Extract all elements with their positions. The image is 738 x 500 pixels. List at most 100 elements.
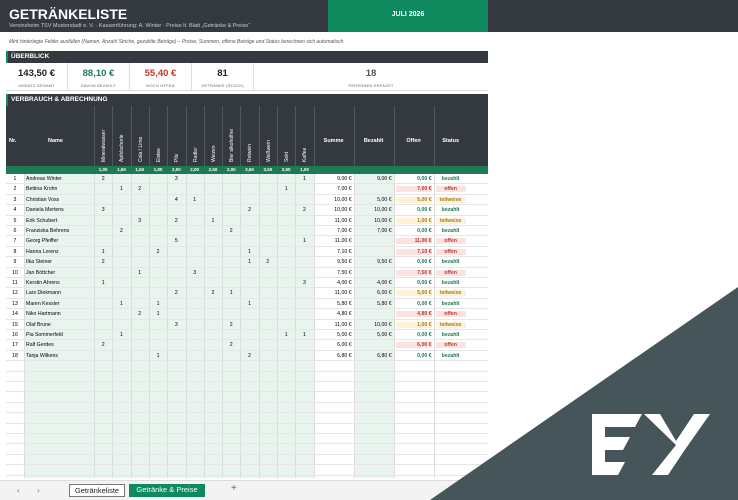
cell-name[interactable]: Franziska Behrens [26, 228, 92, 234]
price-cell: 1,00 [98, 167, 108, 172]
cell-d[interactable]: 3 [96, 207, 110, 213]
cell-d[interactable]: 2 [169, 218, 183, 224]
kpi-card: 55,40 € NOCH OFFEN [130, 63, 192, 90]
cell-d[interactable]: 2 [242, 353, 256, 359]
cell-d[interactable]: 2 [133, 311, 147, 317]
cell-nr: 9 [13, 259, 17, 266]
cell-name[interactable]: Kerstin Ahrens [26, 280, 92, 286]
cell-name[interactable]: Erik Schubert [26, 218, 92, 224]
cell-bezahlt[interactable]: 5,80 € [356, 301, 391, 307]
table-row: 12 Lars Diekmann 2 2 1 11,00 €6,00 €5,00 € tei… [6, 288, 488, 299]
cell-name[interactable]: Tanja Wilkens [26, 353, 92, 359]
cell-bezahlt[interactable]: 5,00 € [356, 197, 391, 203]
next-sheet-icon[interactable]: › [37, 486, 40, 495]
cell-name[interactable]: Jan Böttcher [26, 270, 92, 276]
table-row: 7 Georg Pfeiffer 5 1 11,00 €11,00 € offen [6, 236, 488, 247]
table-row [6, 455, 488, 466]
cell-d[interactable]: 1 [114, 332, 128, 338]
header-drink: Mineralwasser [101, 129, 107, 162]
cell-d[interactable]: 1 [206, 218, 220, 224]
table-row: 14 Niko Hartmann 2 1 4,80 €4,80 € offen [6, 309, 488, 320]
cell-bezahlt[interactable]: 10,00 € [356, 322, 391, 328]
cell-summe: 5,00 € [337, 332, 352, 338]
cell-d[interactable]: 2 [224, 228, 238, 234]
cell-d[interactable]: 3 [133, 218, 147, 224]
cell-name[interactable]: Christian Voss [26, 197, 92, 203]
header-offen: Offen [406, 138, 421, 144]
table-row: 8 Hanna Lorenz 1 2 1 7,10 €7,10 € offen [6, 247, 488, 258]
cell-d[interactable]: 2 [96, 342, 110, 348]
cell-d[interactable]: 1 [242, 301, 256, 307]
cell-d[interactable]: 2 [206, 290, 220, 296]
cell-d[interactable]: 1 [279, 186, 293, 192]
cell-name[interactable]: Olaf Brune [26, 322, 92, 328]
add-sheet-button[interactable]: + [231, 483, 237, 494]
cell-summe: 7,00 € [337, 186, 352, 193]
cell-name[interactable]: Lars Diekmann [26, 290, 92, 296]
cell-bezahlt[interactable]: 10,00 € [356, 218, 391, 224]
cell-bezahlt[interactable]: 4,00 € [356, 280, 391, 286]
cell-d[interactable]: 1 [297, 332, 311, 338]
cell-bezahlt[interactable]: 7,00 € [356, 228, 391, 234]
cell-d[interactable]: 2 [297, 207, 311, 213]
cell-d[interactable]: 2 [133, 186, 147, 192]
cell-d[interactable]: 2 [114, 228, 128, 234]
cell-d[interactable]: 2 [169, 290, 183, 296]
cell-name[interactable]: Maren Kessler [26, 301, 92, 307]
cell-d[interactable]: 1 [242, 249, 256, 255]
cell-d[interactable]: 1 [151, 311, 165, 317]
cell-d[interactable]: 4 [169, 197, 183, 203]
ex-logo-icon [430, 287, 738, 500]
cell-d[interactable]: 1 [114, 186, 128, 192]
cell-offen: 1,00 € [395, 321, 432, 328]
cell-d[interactable]: 3 [169, 176, 183, 182]
cell-d[interactable]: 1 [188, 197, 202, 203]
cell-summe: 11,00 € [334, 238, 352, 245]
price-cell: 2,00 [171, 167, 181, 172]
cell-d[interactable]: 1 [114, 301, 128, 307]
cell-bezahlt[interactable]: 9,00 € [356, 176, 391, 182]
tab-getraenke-preise[interactable]: Getränke & Preise [129, 484, 205, 497]
cell-d[interactable]: 1 [297, 238, 311, 244]
table-row [6, 465, 488, 476]
cell-d[interactable]: 1 [151, 353, 165, 359]
cell-d[interactable]: 3 [188, 270, 202, 276]
cell-d[interactable]: 1 [96, 280, 110, 286]
cell-d[interactable]: 1 [133, 270, 147, 276]
cell-name[interactable]: Hanna Lorenz [26, 249, 92, 255]
cell-name[interactable]: Pia Sommerfeld [26, 332, 92, 338]
cell-name[interactable]: Bettina Krohn [26, 186, 92, 192]
cell-d[interactable]: 2 [242, 207, 256, 213]
cell-d[interactable]: 2 [96, 176, 110, 182]
cell-name[interactable]: Ilka Steiner [26, 259, 92, 265]
cell-d[interactable]: 1 [151, 301, 165, 307]
cell-d[interactable]: 1 [96, 249, 110, 255]
table-row: 2 Bettina Krohn 1 2 1 7,00 €7,00 € offen [6, 184, 488, 195]
cell-name[interactable]: Daniela Mertens [26, 207, 92, 213]
cell-d[interactable]: 1 [242, 259, 256, 265]
cell-name[interactable]: Georg Pfeiffer [26, 238, 92, 244]
cell-status: bezahlt [441, 207, 460, 214]
cell-d[interactable]: 2 [224, 322, 238, 328]
cell-d[interactable]: 2 [151, 249, 165, 255]
cell-bezahlt[interactable]: 10,00 € [356, 207, 391, 213]
cell-bezahlt[interactable]: 6,80 € [356, 353, 391, 359]
cell-bezahlt[interactable]: 5,00 € [356, 332, 391, 338]
cell-d[interactable]: 2 [96, 259, 110, 265]
cell-d[interactable]: 1 [297, 176, 311, 182]
cell-d[interactable]: 5 [169, 238, 183, 244]
cell-d[interactable]: 3 [169, 322, 183, 328]
cell-bezahlt[interactable]: 9,50 € [356, 259, 391, 265]
prev-sheet-icon[interactable]: ‹ [17, 486, 20, 495]
cell-name[interactable]: Andreas Winter [26, 176, 92, 182]
tab-getraenkeliste[interactable]: Getränkeliste [69, 484, 125, 497]
cell-bezahlt[interactable]: 6,00 € [356, 290, 391, 296]
cell-name[interactable]: Niko Hartmann [26, 311, 92, 317]
header-divider [313, 106, 315, 166]
cell-d[interactable]: 2 [261, 259, 275, 265]
cell-d[interactable]: 2 [224, 342, 238, 348]
cell-d[interactable]: 1 [279, 332, 293, 338]
cell-name[interactable]: Ralf Gerdes [26, 342, 92, 348]
cell-d[interactable]: 1 [224, 290, 238, 296]
cell-d[interactable]: 3 [297, 280, 311, 286]
